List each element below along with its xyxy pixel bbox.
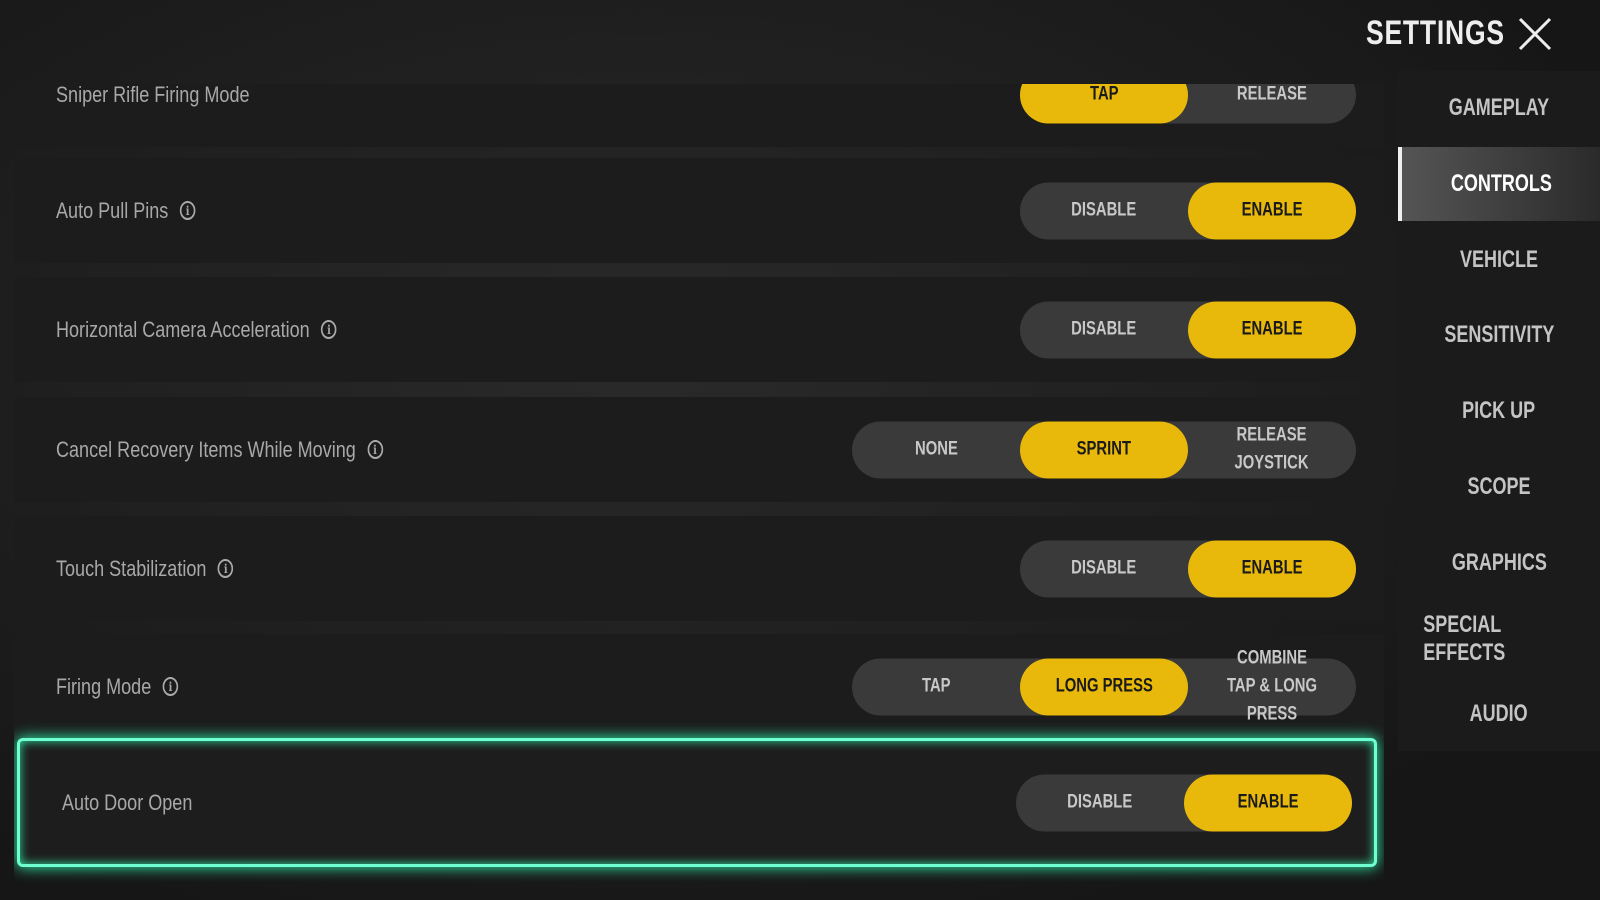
option-label: RELEASE xyxy=(1236,84,1308,105)
sidebar-item-vehicle[interactable]: VEHICLE xyxy=(1398,223,1600,297)
option-enable[interactable]: ENABLE xyxy=(1188,301,1356,358)
option-toggle: NONE SPRINT RELEASE JOYSTICK xyxy=(852,421,1356,478)
setting-label: Sniper Rifle Firing Mode xyxy=(56,84,250,108)
option-combine-tap-long-press[interactable]: COMBINE TAP & LONG PRESS xyxy=(1188,648,1356,725)
option-sprint[interactable]: SPRINT xyxy=(1020,421,1188,478)
info-icon[interactable]: i xyxy=(321,320,337,339)
setting-label: Cancel Recovery Items While Moving i xyxy=(56,437,383,463)
sidebar-item-gameplay[interactable]: GAMEPLAY xyxy=(1398,71,1600,145)
sidebar-item-label: AUDIO xyxy=(1469,700,1529,728)
close-icon xyxy=(1518,17,1552,51)
setting-row: Horizontal Camera Acceleration i DISABLE EN… xyxy=(14,277,1384,382)
page-title: SETTINGS xyxy=(1366,14,1505,52)
option-enable[interactable]: ENABLE xyxy=(1184,774,1352,831)
option-tap[interactable]: TAP xyxy=(852,658,1020,715)
sidebar-item-label: CONTROLS xyxy=(1450,169,1552,197)
setting-row: Auto Door Open DISABLE ENABLE xyxy=(20,741,1374,864)
setting-label-text: Cancel Recovery Items While Moving xyxy=(56,436,356,462)
setting-label-text: Auto Pull Pins xyxy=(56,197,169,223)
sidebar-item-special-effects[interactable]: SPECIAL EFFECTS xyxy=(1398,602,1600,676)
option-disable[interactable]: DISABLE xyxy=(1020,540,1188,597)
sidebar-item-scope[interactable]: SCOPE xyxy=(1398,450,1600,524)
option-disable[interactable]: DISABLE xyxy=(1020,182,1188,239)
option-release[interactable]: RELEASE xyxy=(1188,84,1356,123)
option-toggle: DISABLE ENABLE xyxy=(1020,540,1356,597)
option-enable[interactable]: ENABLE xyxy=(1188,182,1356,239)
option-label: TAP xyxy=(1089,84,1119,105)
setting-row: Sniper Rifle Firing Mode TAP RELEASE xyxy=(14,84,1384,147)
sidebar-item-sensitivity[interactable]: SENSITIVITY xyxy=(1398,298,1600,372)
option-label: DISABLE xyxy=(1071,199,1137,221)
sidebar-item-graphics[interactable]: GRAPHICS xyxy=(1398,526,1600,600)
option-label: RELEASE JOYSTICK xyxy=(1234,424,1310,474)
option-toggle: DISABLE ENABLE xyxy=(1020,301,1356,358)
option-label: TAP xyxy=(921,675,951,697)
option-label: ENABLE xyxy=(1241,557,1303,579)
sidebar-item-controls[interactable]: CONTROLS xyxy=(1398,146,1600,221)
settings-list[interactable]: Sniper Rifle Firing Mode TAP RELEASE Auto P… xyxy=(14,84,1384,900)
option-label: COMBINE TAP & LONG PRESS xyxy=(1226,647,1318,725)
info-icon[interactable]: i xyxy=(367,440,383,459)
info-icon[interactable]: i xyxy=(179,201,196,220)
setting-label-text: Horizontal Camera Acceleration xyxy=(56,316,310,342)
setting-label: Auto Pull Pins i xyxy=(56,197,196,224)
option-toggle: TAP RELEASE xyxy=(1020,84,1356,123)
sidebar-item-label: VEHICLE xyxy=(1459,245,1538,273)
setting-row: Touch Stabilization i DISABLE ENABLE xyxy=(14,516,1384,621)
sidebar-item-audio[interactable]: AUDIO xyxy=(1398,677,1600,751)
sidebar: GAMEPLAY CONTROLS VEHICLE SENSITIVITY PICK U… xyxy=(1398,71,1600,751)
option-label: DISABLE xyxy=(1067,791,1133,813)
info-icon[interactable]: i xyxy=(162,677,179,696)
sidebar-item-pick-up[interactable]: PICK UP xyxy=(1398,374,1600,448)
option-none[interactable]: NONE xyxy=(852,421,1020,478)
option-toggle: TAP LONG PRESS COMBINE TAP & LONG PRESS xyxy=(852,648,1356,725)
setting-label-text: Touch Stabilization xyxy=(56,555,207,581)
sidebar-item-label: PICK UP xyxy=(1462,397,1536,425)
sidebar-item-label: SPECIAL EFFECTS xyxy=(1423,610,1506,666)
option-enable[interactable]: ENABLE xyxy=(1188,540,1356,597)
option-label: SPRINT xyxy=(1076,438,1132,460)
option-label: ENABLE xyxy=(1241,318,1303,340)
setting-label-text: Firing Mode xyxy=(56,673,152,699)
option-long-press[interactable]: LONG PRESS xyxy=(1020,658,1188,715)
setting-label-text: Sniper Rifle Firing Mode xyxy=(56,84,250,107)
sidebar-item-label: GAMEPLAY xyxy=(1448,94,1550,121)
sidebar-item-label: SENSITIVITY xyxy=(1443,321,1555,349)
setting-row: Cancel Recovery Items While Moving i NONE S… xyxy=(14,397,1384,502)
option-toggle: DISABLE ENABLE xyxy=(1016,774,1352,831)
option-tap[interactable]: TAP xyxy=(1020,84,1188,123)
setting-label-text: Auto Door Open xyxy=(62,789,193,815)
option-label: ENABLE xyxy=(1241,199,1303,221)
setting-label: Horizontal Camera Acceleration i xyxy=(56,317,337,343)
sidebar-item-label: GRAPHICS xyxy=(1451,548,1547,576)
sidebar-item-label: SCOPE xyxy=(1467,473,1531,500)
close-button[interactable] xyxy=(1515,14,1555,54)
info-icon[interactable]: i xyxy=(217,559,234,578)
option-disable[interactable]: DISABLE xyxy=(1020,301,1188,358)
option-label: DISABLE xyxy=(1071,318,1137,340)
setting-row: Firing Mode i TAP LONG PRESS COMBINE TAP & L… xyxy=(14,634,1384,739)
setting-label: Firing Mode i xyxy=(56,673,179,700)
option-toggle: DISABLE ENABLE xyxy=(1020,182,1356,239)
setting-label: Touch Stabilization i xyxy=(56,555,234,582)
option-label: ENABLE xyxy=(1237,791,1299,813)
option-label: LONG PRESS xyxy=(1055,675,1153,697)
setting-row: Auto Pull Pins i DISABLE ENABLE xyxy=(14,158,1384,263)
option-disable[interactable]: DISABLE xyxy=(1016,774,1184,831)
option-label: NONE xyxy=(914,438,958,460)
option-label: DISABLE xyxy=(1071,557,1137,579)
setting-label: Auto Door Open xyxy=(62,790,192,816)
option-release-joystick[interactable]: RELEASE JOYSTICK xyxy=(1188,421,1356,478)
